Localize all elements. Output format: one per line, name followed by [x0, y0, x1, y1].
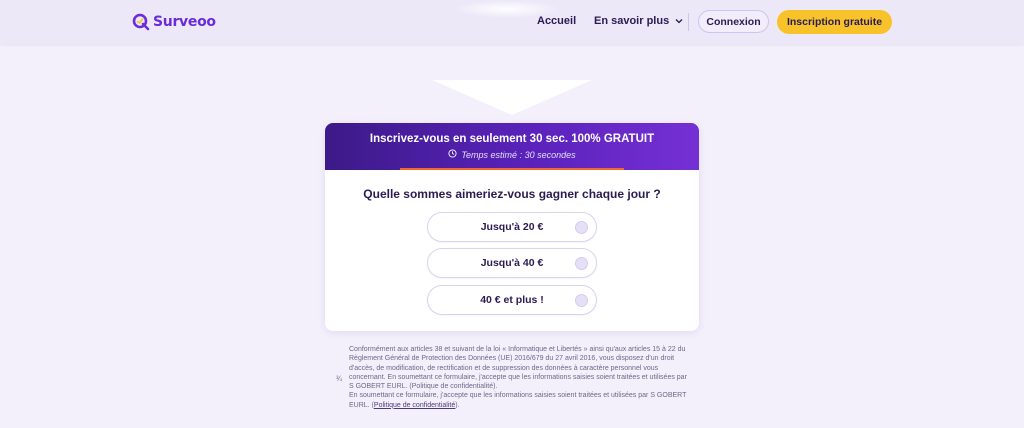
decorative-triangle	[432, 80, 592, 115]
radio-button[interactable]	[575, 294, 588, 307]
card-subtitle: Temps estimé : 30 secondes	[325, 149, 699, 160]
signup-button[interactable]: Inscription gratuite	[777, 10, 892, 34]
question-text: Quelle sommes aimeriez-vous gagner chaqu…	[363, 187, 661, 201]
site-header: Surveoo Accueil En savoir plus Connexion…	[0, 0, 1024, 44]
legal-paragraph-1: Conformément aux articles 38 et suivant …	[349, 346, 687, 391]
estimated-time-text: Temps estimé : 30 secondes	[461, 149, 576, 160]
nav-more-label: En savoir plus	[594, 15, 670, 27]
nav-home-link[interactable]: Accueil	[537, 15, 576, 27]
option-label: Jusqu'à 40 €	[480, 257, 544, 269]
card-header: Inscrivez-vous en seulement 30 sec. 100%…	[325, 123, 699, 170]
login-button[interactable]: Connexion	[698, 10, 769, 33]
option-up-to-20[interactable]: Jusqu'à 20 €	[427, 212, 597, 242]
radio-button[interactable]	[575, 221, 588, 234]
legal-notice: Conformément aux articles 38 et suivant …	[349, 345, 689, 410]
option-40-plus[interactable]: 40 € et plus !	[427, 285, 597, 315]
radio-button[interactable]	[575, 257, 588, 270]
legal-paragraph-2-end: ).	[455, 401, 460, 409]
logo-icon	[132, 13, 150, 31]
legal-icon: ¾	[336, 376, 342, 383]
clock-icon	[448, 149, 457, 160]
chevron-down-icon	[675, 15, 683, 27]
option-label: Jusqu'à 20 €	[480, 221, 544, 233]
option-up-to-40[interactable]: Jusqu'à 40 €	[427, 248, 597, 278]
privacy-policy-link[interactable]: Politique de confidentialité	[374, 402, 455, 409]
logo-text: Surveoo	[153, 14, 216, 30]
card-title: Inscrivez-vous en seulement 30 sec. 100%…	[369, 133, 655, 145]
nav-divider	[688, 13, 689, 31]
legal-paragraph-2: En soumettant ce formulaire, j'accepte q…	[349, 391, 689, 410]
nav-more-dropdown[interactable]: En savoir plus	[594, 15, 683, 27]
logo[interactable]: Surveoo	[132, 11, 216, 33]
option-label: 40 € et plus !	[480, 294, 544, 306]
progress-bar	[400, 168, 624, 170]
signup-card: Inscrivez-vous en seulement 30 sec. 100%…	[325, 123, 699, 331]
